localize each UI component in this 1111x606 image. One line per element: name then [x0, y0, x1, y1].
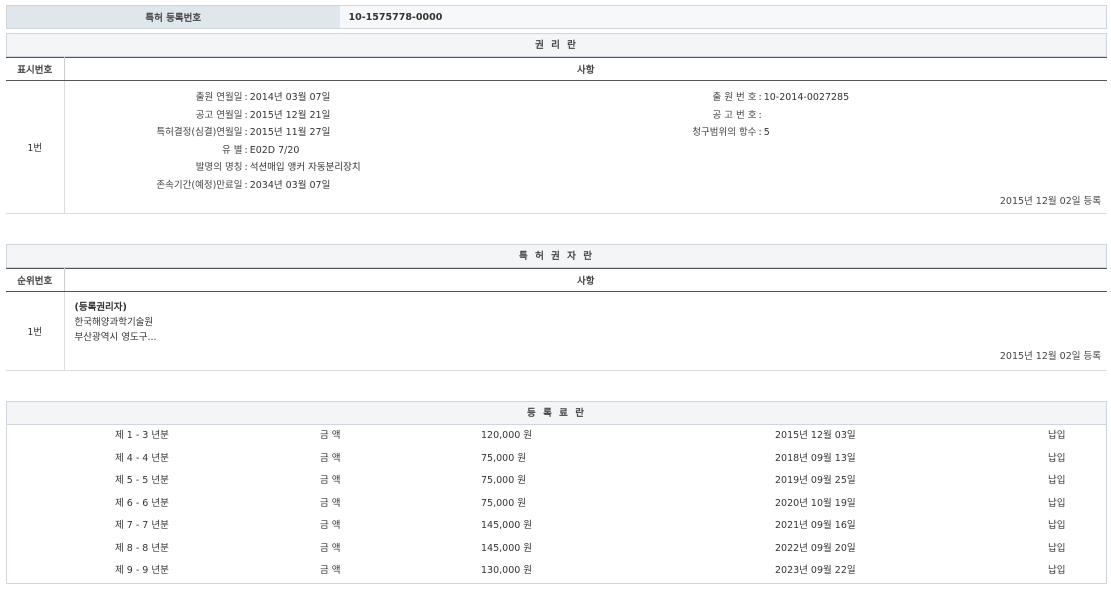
- fee-amount: 75,000 원: [481, 470, 526, 493]
- rights-detail: 출원 연월일:2014년 03월 07일 공고 연월일:2015년 12월 21…: [65, 81, 1108, 213]
- holder-name: 한국해양과학기술원: [75, 315, 1098, 330]
- fee-status: 납입: [1048, 515, 1065, 538]
- fee-row: 제 8 - 8 년분 금 액 145,000 원 2022년 09월 20일 납…: [7, 538, 1106, 561]
- registration-number: 10-1575778-0000: [340, 6, 1107, 29]
- fee-amount-label: 금 액: [320, 560, 341, 583]
- fee-amount: 130,000 원: [481, 560, 532, 583]
- publication-date: 공고 연월일:2015년 12월 21일: [65, 107, 331, 121]
- fee-period: 제 8 - 8 년분: [115, 538, 169, 561]
- fee-amount-label: 금 액: [320, 538, 341, 561]
- fee-date: 2022년 09월 20일: [775, 538, 856, 561]
- rights-reg-date: 2015년 12월 02일 등록: [1000, 193, 1101, 207]
- fee-date: 2018년 09월 13일: [775, 448, 856, 471]
- filing-date: 출원 연월일:2014년 03월 07일: [65, 89, 331, 103]
- holders-col-no: 순위번호: [6, 269, 64, 292]
- fee-date: 2015년 12월 03일: [775, 425, 856, 448]
- claims-count: 청구범위의 항수:5: [625, 124, 770, 138]
- registration-bar: 특허 등록번호 10-1575778-0000: [6, 5, 1107, 29]
- fee-amount: 75,000 원: [481, 493, 526, 516]
- fee-status: 납입: [1048, 470, 1065, 493]
- rights-section: 권 리 란 표시번호 사항 1번 출원 연월일:2014년 03월 07일 공고…: [6, 33, 1107, 214]
- fee-row: 제 4 - 4 년분 금 액 75,000 원 2018년 09월 13일 납입: [7, 448, 1106, 471]
- fee-period: 제 4 - 4 년분: [115, 448, 169, 471]
- fee-amount-label: 금 액: [320, 493, 341, 516]
- fee-row: 제 5 - 5 년분 금 액 75,000 원 2019년 09월 25일 납입: [7, 470, 1106, 493]
- holders-table: 순위번호 사항 1번 (등록권리자) 한국해양과학기술원 부산광역시 영도구..…: [6, 268, 1107, 371]
- fee-amount-label: 금 액: [320, 448, 341, 471]
- rights-table: 표시번호 사항 1번 출원 연월일:2014년 03월 07일 공고 연월일:2…: [6, 57, 1107, 214]
- fees-list: 제 1 - 3 년분 금 액 120,000 원 2015년 12월 03일 납…: [6, 425, 1107, 584]
- fee-date: 2020년 10월 19일: [775, 493, 856, 516]
- holder-address: 부산광역시 영도구...: [75, 330, 1098, 345]
- fee-status: 납입: [1048, 538, 1065, 561]
- fee-row: 제 7 - 7 년분 금 액 145,000 원 2021년 09월 16일 납…: [7, 515, 1106, 538]
- fee-date: 2021년 09월 16일: [775, 515, 856, 538]
- holders-col-content: 사항: [64, 269, 1107, 292]
- fee-row: 제 9 - 9 년분 금 액 130,000 원 2023년 09월 22일 납…: [7, 560, 1106, 583]
- holder-type: (등록권리자): [75, 300, 1098, 315]
- registration-label: 특허 등록번호: [7, 6, 340, 29]
- application-number: 출 원 번 호:10-2014-0027285: [625, 89, 850, 103]
- rights-row-no: 1번: [6, 81, 64, 214]
- fee-amount: 145,000 원: [481, 538, 532, 561]
- invention-title: 발명의 명칭:석션매입 앵커 자동분리장치: [65, 159, 361, 173]
- holders-row-no: 1번: [6, 292, 64, 371]
- fee-period: 제 1 - 3 년분: [115, 425, 169, 448]
- holder-detail: (등록권리자) 한국해양과학기술원 부산광역시 영도구... 2015년 12월…: [65, 292, 1108, 370]
- fee-amount: 75,000 원: [481, 448, 526, 471]
- fee-status: 납입: [1048, 448, 1065, 471]
- rights-col-content: 사항: [64, 58, 1107, 81]
- fee-status: 납입: [1048, 493, 1065, 516]
- fee-row: 제 1 - 3 년분 금 액 120,000 원 2015년 12월 03일 납…: [7, 425, 1106, 448]
- fee-period: 제 9 - 9 년분: [115, 560, 169, 583]
- expiry-date: 존속기간(예정)만료일:2034년 03월 07일: [65, 177, 331, 191]
- fee-amount: 145,000 원: [481, 515, 532, 538]
- fee-amount-label: 금 액: [320, 425, 341, 448]
- fee-amount-label: 금 액: [320, 515, 341, 538]
- holders-reg-date: 2015년 12월 02일 등록: [1000, 349, 1101, 364]
- fee-period: 제 6 - 6 년분: [115, 493, 169, 516]
- fee-status: 납입: [1048, 425, 1065, 448]
- publication-number: 공 고 번 호:: [625, 107, 764, 121]
- fee-period: 제 7 - 7 년분: [115, 515, 169, 538]
- classification: 유 별:E02D 7/20: [65, 142, 300, 156]
- fee-status: 납입: [1048, 560, 1065, 583]
- rights-title: 권 리 란: [6, 33, 1107, 57]
- fees-title: 등 록 료 란: [6, 401, 1107, 425]
- holders-title: 특 허 권 자 란: [6, 244, 1107, 268]
- rights-col-no: 표시번호: [6, 58, 64, 81]
- fee-amount-label: 금 액: [320, 470, 341, 493]
- fee-row: 제 6 - 6 년분 금 액 75,000 원 2020년 10월 19일 납입: [7, 493, 1106, 516]
- fee-amount: 120,000 원: [481, 425, 532, 448]
- fee-period: 제 5 - 5 년분: [115, 470, 169, 493]
- fee-date: 2023년 09월 22일: [775, 560, 856, 583]
- decision-date: 특허결정(심결)연월일:2015년 11월 27일: [65, 124, 331, 138]
- holders-section: 특 허 권 자 란 순위번호 사항 1번 (등록권리자) 한국해양과학기술원 부…: [6, 244, 1107, 371]
- fee-date: 2019년 09월 25일: [775, 470, 856, 493]
- fees-section: 등 록 료 란 제 1 - 3 년분 금 액 120,000 원 2015년 1…: [6, 401, 1107, 584]
